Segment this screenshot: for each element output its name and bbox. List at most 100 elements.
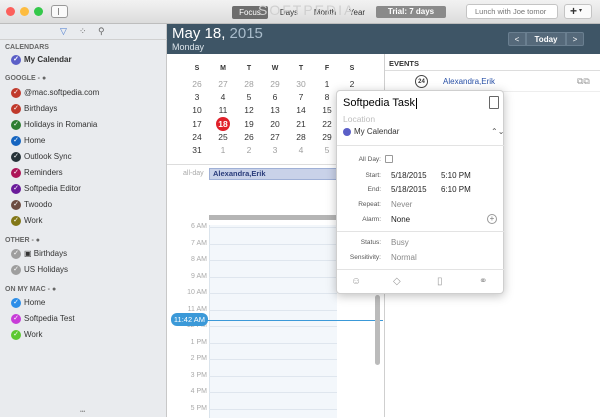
calendar-day[interactable]: 27 — [265, 131, 285, 143]
start-date[interactable]: 5/18/2015 — [391, 171, 427, 180]
calendar-item[interactable]: ✓ Outlook Sync — [11, 151, 72, 163]
calendar-day[interactable]: 29 — [317, 131, 337, 143]
alarm-value[interactable]: None — [391, 215, 410, 224]
calendar-day[interactable]: 14 — [291, 104, 311, 116]
copy-icon[interactable]: ⧉⧉ — [577, 76, 590, 87]
calendar-day[interactable]: 2 — [239, 144, 259, 156]
checkbox-icon[interactable]: ✓ — [11, 87, 21, 98]
calendar-item[interactable]: ✓ Softpedia Test — [11, 313, 75, 325]
checkbox-icon[interactable]: ✓ — [11, 183, 21, 194]
calendar-day[interactable]: 10 — [187, 104, 207, 116]
calendar-day[interactable]: 11 — [213, 104, 233, 116]
chevron-updown-icon[interactable]: ⌃⌄ — [491, 127, 504, 136]
calendar-day[interactable]: 26 — [239, 131, 259, 143]
resize-grip-icon[interactable]: ••• — [80, 409, 85, 415]
calendar-day[interactable]: 17 — [187, 118, 207, 130]
today-button[interactable]: Today — [526, 32, 566, 46]
checkbox-icon[interactable]: ✓ — [11, 264, 21, 275]
location-input[interactable]: Location — [343, 114, 375, 124]
calendar-day[interactable]: 28 — [239, 78, 259, 90]
calendar-item[interactable]: ✓ US Holidays — [11, 264, 68, 276]
checkbox-icon[interactable]: ✓ — [11, 54, 21, 65]
minimize-window-button[interactable] — [20, 7, 29, 16]
calendar-day[interactable]: 4 — [291, 144, 311, 156]
filter-icon[interactable]: ▽ — [60, 26, 67, 37]
calendar-day[interactable]: 8 — [317, 91, 337, 103]
calendar-day[interactable]: 21 — [291, 118, 311, 130]
checkbox-icon[interactable]: ✓ — [11, 167, 21, 178]
calendar-item[interactable]: ✓ @mac.softpedia.com — [11, 87, 99, 99]
trial-badge[interactable]: Trial: 7 days — [376, 6, 446, 18]
calendar-day[interactable]: 19 — [239, 118, 259, 130]
prev-button[interactable]: < — [508, 32, 526, 46]
calendar-day[interactable]: 7 — [291, 91, 311, 103]
end-date[interactable]: 5/18/2015 — [391, 185, 427, 194]
checkbox-icon[interactable]: ✓ — [11, 297, 21, 308]
checkbox-icon[interactable]: ✓ — [11, 135, 21, 146]
target-icon[interactable]: ⁘ — [79, 26, 87, 37]
calendar-day[interactable]: 22 — [317, 118, 337, 130]
close-window-button[interactable] — [6, 7, 15, 16]
tag-icon[interactable]: ◇ — [393, 276, 401, 287]
allday-checkbox[interactable] — [385, 155, 393, 163]
day-column[interactable] — [209, 225, 337, 418]
calendar-item[interactable]: ✓ Home — [11, 135, 45, 147]
checkbox-icon[interactable]: ✓ — [11, 199, 21, 210]
note-icon[interactable]: ▯ — [437, 276, 443, 287]
calendar-day[interactable]: 29 — [265, 78, 285, 90]
calendar-day[interactable]: 26 — [187, 78, 207, 90]
calendar-day[interactable]: 1 — [317, 78, 337, 90]
today-date[interactable]: 18 — [216, 116, 230, 131]
calendar-item[interactable]: ✓ Twoodo — [11, 199, 52, 211]
end-time[interactable]: 6:10 PM — [441, 185, 471, 194]
sensitivity-value[interactable]: Normal — [391, 253, 417, 262]
calendar-day[interactable]: 12 — [239, 104, 259, 116]
calendar-item[interactable]: ✓ ▣ Birthdays — [11, 248, 67, 260]
start-time[interactable]: 5:10 PM — [441, 171, 471, 180]
calendar-day[interactable]: 20 — [265, 118, 285, 130]
checkbox-icon[interactable]: ✓ — [11, 313, 21, 324]
add-event-button[interactable]: + ▾ — [564, 4, 592, 19]
calendar-day[interactable]: 2 — [342, 78, 362, 90]
calendar-day[interactable]: 24 — [187, 131, 207, 143]
calendar-day[interactable]: 5 — [239, 91, 259, 103]
calendar-day[interactable]: 30 — [291, 78, 311, 90]
calendar-select[interactable]: My Calendar — [343, 127, 399, 136]
calendar-day[interactable]: 3 — [187, 91, 207, 103]
calendar-item[interactable]: ✓ Home — [11, 297, 45, 309]
calendar-item[interactable]: ✓ My Calendar — [11, 54, 72, 66]
calendar-item[interactable]: ✓ Birthdays — [11, 103, 57, 115]
scrollbar[interactable] — [375, 295, 380, 365]
calendar-day[interactable]: 27 — [213, 78, 233, 90]
calendar-day[interactable]: 5 — [317, 144, 337, 156]
calendar-item[interactable]: ✓ Work — [11, 215, 43, 227]
add-alarm-icon[interactable]: + — [487, 214, 497, 224]
calendar-day[interactable]: 13 — [265, 104, 285, 116]
calendar-day[interactable]: 1 — [213, 144, 233, 156]
calendar-day[interactable]: 31 — [187, 144, 207, 156]
calendar-day[interactable]: 6 — [265, 91, 285, 103]
event-title-input[interactable]: Softpedia Task — [343, 97, 417, 109]
calendar-item[interactable]: ✓ Softpedia Editor — [11, 183, 81, 195]
repeat-value[interactable]: Never — [391, 200, 412, 209]
checkbox-icon[interactable]: ✓ — [11, 215, 21, 226]
event-list-item[interactable]: 24 Alexandra,Erik ⧉⧉ — [385, 72, 600, 92]
checkbox-icon[interactable]: ✓ — [11, 248, 21, 259]
calendar-day[interactable]: 4 — [213, 91, 233, 103]
quick-entry-input[interactable] — [466, 4, 558, 19]
zoom-window-button[interactable] — [34, 7, 43, 16]
search-icon[interactable]: ⚲ — [98, 26, 105, 37]
link-icon[interactable]: ⚭ — [479, 276, 487, 287]
calendar-day[interactable]: 3 — [265, 144, 285, 156]
checkbox-icon[interactable]: ✓ — [11, 119, 21, 130]
calendar-item[interactable]: ✓ Holidays in Romania — [11, 119, 97, 131]
calendar-day[interactable]: 28 — [291, 131, 311, 143]
calendar-day[interactable]: 15 — [317, 104, 337, 116]
next-button[interactable]: > — [566, 32, 584, 46]
status-value[interactable]: Busy — [391, 238, 409, 247]
note-icon[interactable] — [489, 96, 499, 109]
emoji-icon[interactable]: ☺ — [351, 276, 361, 287]
sidebar-toggle-icon[interactable] — [51, 5, 68, 18]
allday-event[interactable]: Alexandra,Erik — [209, 168, 337, 180]
calendar-item[interactable]: ✓ Work — [11, 329, 43, 341]
